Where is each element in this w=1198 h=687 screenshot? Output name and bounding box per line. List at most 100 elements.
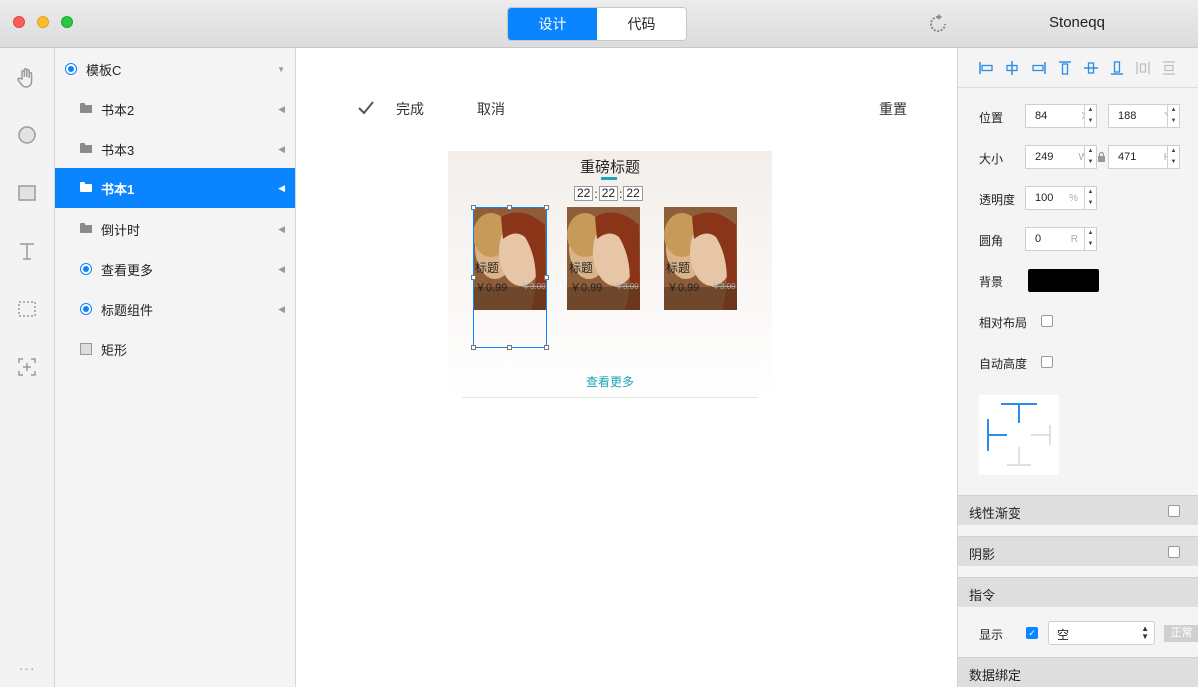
hand-tool-icon[interactable] xyxy=(13,64,41,92)
layer-label: 标题组件 xyxy=(101,302,154,318)
reset-button[interactable]: 重置 xyxy=(879,99,907,119)
user-name[interactable]: Stoneqq xyxy=(1020,14,1134,31)
tab-design[interactable]: 设计 xyxy=(508,8,597,40)
layer-item-countdown[interactable]: 倒计时 ◀ xyxy=(55,209,295,249)
size-width-stepper[interactable]: ▲ ▼ xyxy=(1084,145,1097,169)
chevron-down-icon[interactable]: ▼ xyxy=(277,65,285,74)
auto-height-label: 自动高度 xyxy=(979,357,1028,371)
auto-height-checkbox[interactable] xyxy=(1041,356,1053,368)
command-section[interactable]: 指令 xyxy=(958,577,1198,607)
folder-icon xyxy=(80,143,92,155)
display-label: 显示 xyxy=(979,628,1004,642)
layer-item-title-component[interactable]: 标题组件 ◀ xyxy=(55,289,295,329)
resize-handle[interactable] xyxy=(507,205,512,210)
size-height-stepper[interactable]: ▲ ▼ xyxy=(1167,145,1180,169)
resize-handle[interactable] xyxy=(471,275,476,280)
lock-icon[interactable] xyxy=(1097,152,1106,162)
align-left-icon[interactable] xyxy=(978,60,994,76)
status-tag[interactable]: 正常 xyxy=(1164,625,1198,642)
constraints-widget[interactable] xyxy=(979,395,1059,475)
chevron-left-icon[interactable]: ◀ xyxy=(278,224,285,235)
done-button[interactable]: 完成 xyxy=(396,99,424,119)
close-window-button[interactable] xyxy=(13,16,25,28)
align-center-horizontal-icon[interactable] xyxy=(1004,60,1020,76)
selection-box[interactable] xyxy=(473,207,547,348)
layer-item-rectangle[interactable]: 矩形 xyxy=(55,329,295,369)
linear-gradient-section[interactable]: 线性渐变 xyxy=(958,495,1198,525)
chevron-left-icon[interactable]: ◀ xyxy=(278,144,285,155)
layer-item-book1[interactable]: 书本1 ◀ xyxy=(55,168,295,208)
size-width-value: 249 xyxy=(1035,151,1054,163)
layer-item-book3[interactable]: 书本3 ◀ xyxy=(55,129,295,169)
display-select[interactable]: 空 ▲ ▼ xyxy=(1048,621,1155,645)
design-canvas[interactable]: 完成 取消 重置 重磅标题 22 : 22 : 22 标题 ￥0.99 ￥3.0… xyxy=(296,48,957,687)
selection-tool-icon[interactable] xyxy=(13,295,41,323)
select-arrows-icon: ▲ ▼ xyxy=(1141,624,1149,641)
add-component-icon[interactable] xyxy=(13,353,41,381)
tab-code[interactable]: 代码 xyxy=(597,8,686,40)
checkmark-icon[interactable] xyxy=(356,98,376,118)
opacity-field[interactable]: 100 % xyxy=(1025,186,1085,210)
corner-radius-stepper[interactable]: ▲ ▼ xyxy=(1084,227,1097,251)
chevron-left-icon[interactable]: ◀ xyxy=(278,104,285,115)
position-x-value: 84 xyxy=(1035,110,1048,122)
layer-label: 倒计时 xyxy=(101,222,141,238)
shadow-section[interactable]: 阴影 xyxy=(958,536,1198,566)
card-title: 重磅标题 xyxy=(579,159,640,176)
product-price: ￥0.99 xyxy=(570,282,603,294)
refresh-icon[interactable] xyxy=(928,14,948,34)
chevron-left-icon[interactable]: ◀ xyxy=(278,304,285,315)
chevron-left-icon[interactable]: ◀ xyxy=(278,264,285,275)
timer-hours: 22 xyxy=(574,186,594,201)
position-y-stepper[interactable]: ▲ ▼ xyxy=(1167,104,1180,128)
countdown-timer: 22 : 22 : 22 xyxy=(574,186,643,201)
background-color-swatch[interactable] xyxy=(1028,269,1099,292)
align-top-icon[interactable] xyxy=(1057,60,1073,76)
resize-handle[interactable] xyxy=(471,205,476,210)
resize-handle[interactable] xyxy=(544,275,549,280)
minimize-window-button[interactable] xyxy=(37,16,49,28)
corner-radius-field[interactable]: 0 R xyxy=(1025,227,1085,251)
see-more-link[interactable]: 查看更多 xyxy=(448,373,772,390)
layer-item-see-more[interactable]: 查看更多 ◀ xyxy=(55,249,295,289)
relative-layout-label: 相对布局 xyxy=(979,316,1028,330)
layer-item-template-c[interactable]: 模板C ▼ xyxy=(55,49,295,89)
template-card[interactable]: 重磅标题 22 : 22 : 22 标题 ￥0.99 ￥3.00 标题 ￥0.9… xyxy=(448,151,772,397)
layer-label: 查看更多 xyxy=(101,262,154,278)
linear-gradient-checkbox[interactable] xyxy=(1168,505,1180,517)
opacity-unit: % xyxy=(1069,192,1078,204)
background-label: 背景 xyxy=(979,275,1004,289)
section-title: 阴影 xyxy=(969,547,996,562)
zoom-window-button[interactable] xyxy=(61,16,73,28)
rectangle-tool-icon[interactable] xyxy=(13,179,41,207)
resize-handle[interactable] xyxy=(471,345,476,350)
shadow-checkbox[interactable] xyxy=(1168,546,1180,558)
resize-handle[interactable] xyxy=(507,345,512,350)
chevron-left-icon[interactable]: ◀ xyxy=(278,183,285,194)
opacity-stepper[interactable]: ▲ ▼ xyxy=(1084,186,1097,210)
size-label: 大小 xyxy=(979,152,1004,166)
more-icon[interactable]: ··· xyxy=(13,654,41,682)
display-select-value: 空 xyxy=(1057,628,1070,642)
ellipse-tool-icon[interactable] xyxy=(13,121,41,149)
display-checkbox[interactable]: ✓ xyxy=(1026,627,1038,639)
resize-handle[interactable] xyxy=(544,345,549,350)
section-title: 指令 xyxy=(969,588,996,603)
relative-layout-checkbox[interactable] xyxy=(1041,315,1053,327)
resize-handle[interactable] xyxy=(544,205,549,210)
inspector-panel: 位置 84 X ▲▼ 188 Y ▲▼ 大小 249 W ▲▼ 471 H ▲▼… xyxy=(957,48,1198,687)
text-tool-icon[interactable] xyxy=(13,237,41,265)
cancel-button[interactable]: 取消 xyxy=(477,99,505,119)
position-label: 位置 xyxy=(979,111,1004,125)
position-y-value: 188 xyxy=(1118,110,1137,122)
radio-icon xyxy=(80,263,92,275)
tool-strip: ··· xyxy=(0,48,55,687)
distribute-horizontal-icon[interactable] xyxy=(1135,60,1151,76)
align-bottom-icon[interactable] xyxy=(1109,60,1125,76)
position-x-stepper[interactable]: ▲ ▼ xyxy=(1084,104,1097,128)
data-binding-section[interactable]: 数据绑定 xyxy=(958,657,1198,687)
align-right-icon[interactable] xyxy=(1031,60,1047,76)
distribute-vertical-icon[interactable] xyxy=(1161,60,1177,76)
align-center-vertical-icon[interactable] xyxy=(1083,60,1099,76)
layer-item-book2[interactable]: 书本2 ◀ xyxy=(55,89,295,129)
